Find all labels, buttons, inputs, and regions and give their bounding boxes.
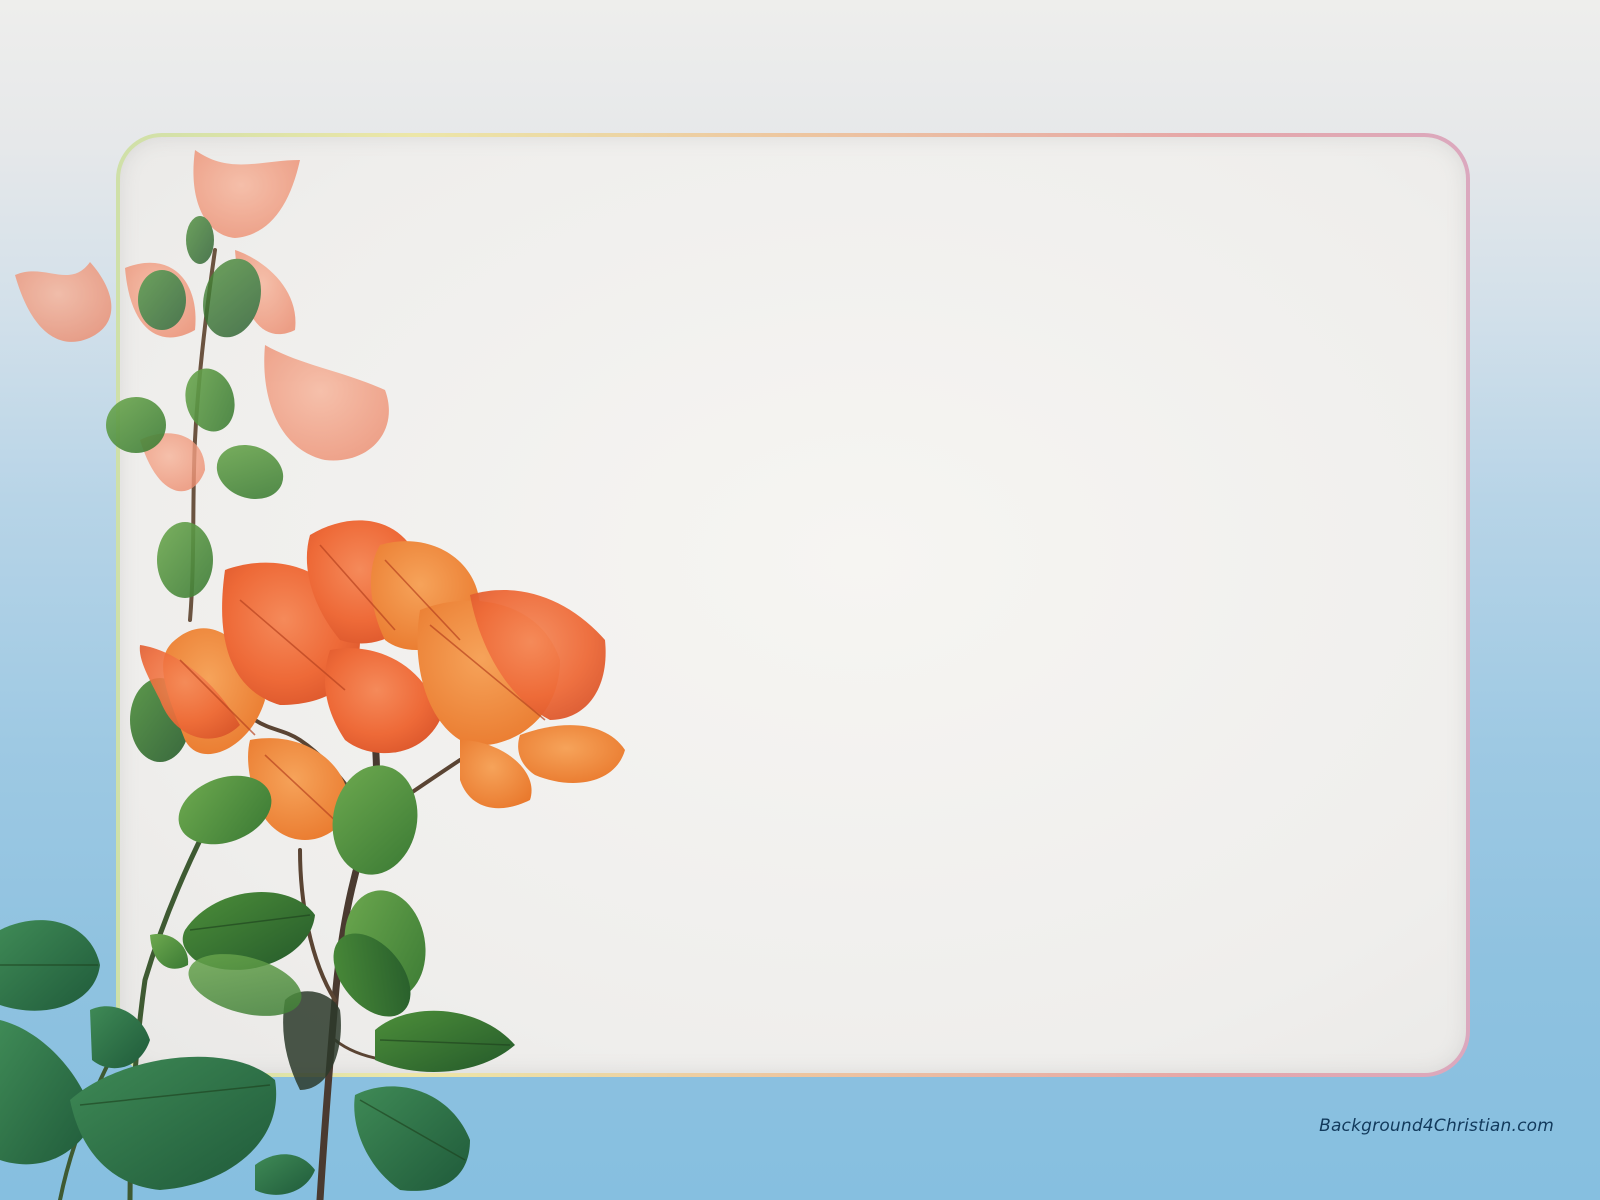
slide-background: Background4Christian.com: [0, 0, 1600, 1200]
lower-leaves: [0, 765, 515, 1195]
bougainvillea-illustration: [0, 150, 625, 1200]
site-watermark: Background4Christian.com: [1319, 1116, 1554, 1136]
upper-flower-cluster: [15, 150, 389, 492]
